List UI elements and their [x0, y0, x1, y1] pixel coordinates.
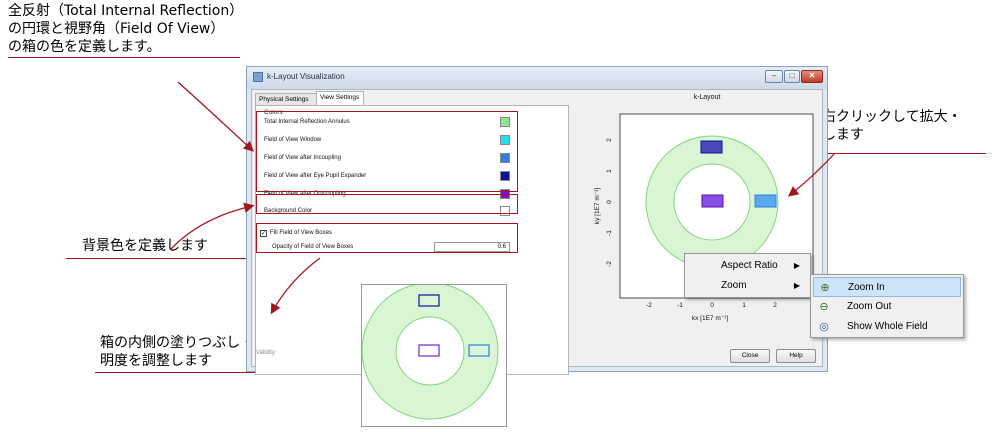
arrow-to-plot	[787, 152, 836, 197]
arrow-to-background	[169, 202, 255, 251]
arrow-to-colors	[177, 81, 254, 152]
callout-arrows	[169, 81, 836, 315]
arrow-to-fill	[270, 257, 321, 315]
